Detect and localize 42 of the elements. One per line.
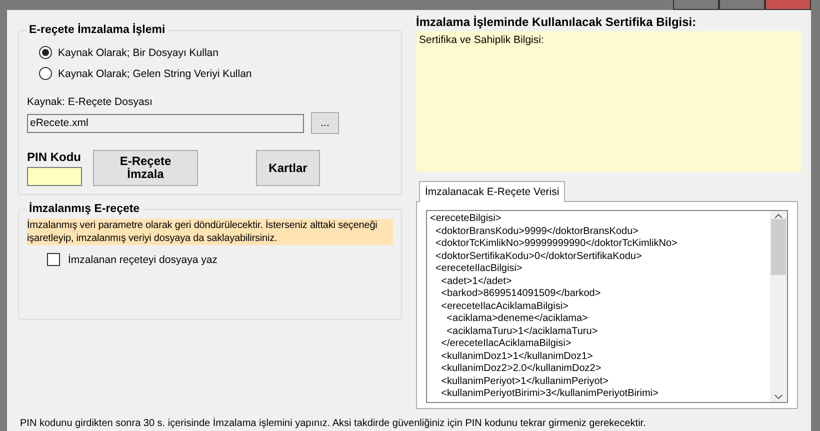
file-label: Kaynak: E-Reçete Dosyası (27, 96, 154, 108)
sign-button[interactable]: E-Reçete İmzala (93, 150, 198, 186)
scrollbar[interactable] (770, 211, 787, 402)
certificate-text: Sertifika ve Sahiplik Bilgisi: (419, 34, 544, 46)
xml-line: <aciklamaTuru>1</aciklamaTuru> (446, 326, 599, 338)
radio-label[interactable]: Kaynak Olarak; Gelen String Veriyi Kullan (58, 68, 252, 80)
xml-line: <aciklama>deneme</aciklama> (446, 313, 589, 326)
file-path-field[interactable]: eRecete.xml (27, 114, 304, 132)
maximize-button[interactable] (719, 0, 765, 10)
pin-label: PIN Kodu (27, 150, 82, 164)
minimize-button[interactable] (673, 0, 719, 10)
radio-button[interactable] (39, 67, 52, 80)
xml-line: <kullanimPeriyotBirimi>3</kullanimPeriyotBirimi> (440, 388, 660, 400)
xml-line: <kullanimPeriyot>1</kullanimPeriyot> (440, 376, 610, 388)
scroll-thumb[interactable] (771, 219, 786, 275)
scroll-up-icon[interactable] (774, 213, 783, 219)
xml-line: <ereceteIlacBilgisi> (434, 263, 524, 276)
tab[interactable]: İmzalanacak E-Reçete Verisi (419, 181, 566, 202)
radio-button[interactable] (39, 46, 52, 59)
pin-field[interactable] (27, 167, 82, 186)
xml-line: <doktorTcKimlikNo>99999999990</doktorTcKimlikNo> (434, 238, 678, 250)
xml-line: <adet>1</adet> (440, 276, 513, 288)
save-checkbox[interactable] (47, 253, 60, 266)
xml-line: <kullanimDoz2>2.0</kullanimDoz2> (440, 363, 602, 376)
xml-line: <doktorSertifikaKodu>0</doktorSertifikaKodu> (434, 250, 643, 263)
close-button[interactable] (765, 0, 811, 10)
xml-line: <ereceteIlacAciklamaBilgisi> (440, 300, 570, 313)
status-text: PIN kodunu girdikten sonra 30 s. içerisinde İmzalama işlemini yapınız. Aksi takdirde güvenliğiniz için PIN kodunu tekrar girmeniz gerekecektir. (19, 416, 647, 429)
xml-line: <barkod>8699514091509</barkod> (440, 288, 602, 300)
xml-line: <ereceteBilgisi> (430, 213, 502, 226)
group-title: İmzalanmış E-reçete (28, 203, 141, 215)
scroll-down-icon[interactable] (774, 394, 783, 400)
xml-line: </ereceteIlacAciklamaBilgisi> (440, 338, 572, 350)
xml-line: <kullanimDoz1>1</kullanimDoz1> (440, 350, 594, 363)
certificate-title: İmzalama İşleminde Kullanılacak Sertifika Bilgisi: (416, 15, 698, 29)
xml-line: <doktorBransKodu>9999</doktorBransKodu> (434, 226, 640, 238)
group-title: E-reçete İmzalama İşlemi (28, 24, 166, 36)
checkbox-label[interactable]: İmzalanan reçeteyi dosyaya yaz (68, 254, 218, 266)
radio-label[interactable]: Kaynak Olarak; Bir Dosyayı Kullan (58, 46, 218, 58)
cards-button[interactable]: Kartlar (256, 150, 320, 186)
info-note: İmzalanmış veri parametre olarak geri döndürülecektir. İsterseniz alttaki seçeneği işaretleyip, imzalanmış veriyi dosyaya da saklayabilirsiniz. (27, 219, 393, 245)
browse-button[interactable]: ... (311, 112, 339, 134)
